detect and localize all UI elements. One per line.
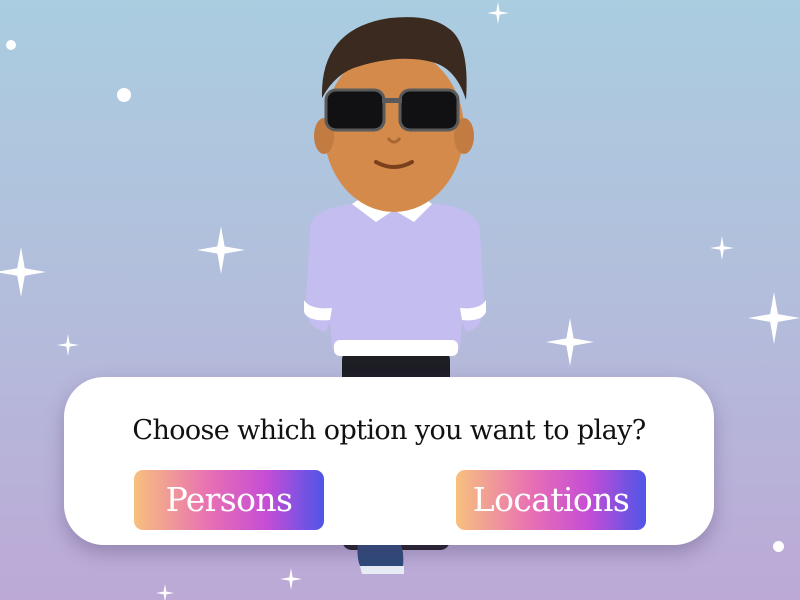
star-dot bbox=[117, 88, 131, 102]
sparkle-icon bbox=[710, 236, 734, 260]
question-text: Choose which option you want to play? bbox=[132, 415, 646, 446]
persons-button[interactable]: Persons bbox=[134, 470, 324, 530]
sparkle-icon bbox=[748, 292, 800, 344]
avatar-sweater bbox=[305, 204, 485, 350]
star-dot bbox=[6, 40, 16, 50]
game-scene: Choose which option you want to play? Pe… bbox=[0, 0, 800, 600]
sparkle-icon bbox=[0, 247, 46, 297]
locations-button[interactable]: Locations bbox=[456, 470, 646, 530]
sparkle-icon bbox=[546, 318, 594, 366]
star-dot bbox=[773, 541, 784, 552]
sparkle-icon bbox=[57, 334, 79, 356]
choice-dialog: Choose which option you want to play? Pe… bbox=[64, 377, 714, 545]
sparkle-icon bbox=[197, 226, 245, 274]
sparkle-icon bbox=[156, 584, 174, 600]
